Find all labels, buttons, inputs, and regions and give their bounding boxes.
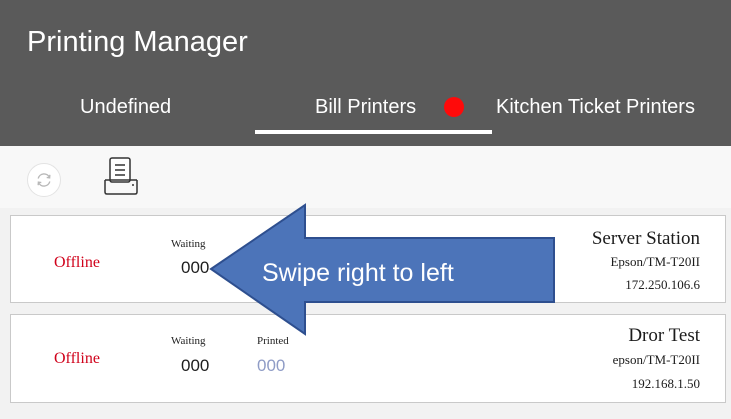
printer-name: Dror Test xyxy=(628,325,700,346)
refresh-button[interactable] xyxy=(27,163,61,197)
printer-name: Server Station xyxy=(591,228,700,249)
printed-label: Printed xyxy=(257,335,289,347)
printer-model: epson/TM-T20II xyxy=(612,352,700,367)
page-title: Printing Manager xyxy=(27,26,248,58)
app-header: Printing Manager Undefined Bill Printers… xyxy=(0,0,731,146)
printer-ip: 172.250.106.6 xyxy=(625,277,700,292)
waiting-count: 000 xyxy=(181,356,210,375)
tab-kitchen-ticket-printers[interactable]: Kitchen Ticket Printers xyxy=(496,96,695,119)
alert-dot-icon xyxy=(444,97,464,117)
swipe-hint-text: Swipe right to left xyxy=(262,259,454,287)
printer-ip: 192.168.1.50 xyxy=(631,376,700,391)
waiting-label: Waiting xyxy=(171,238,206,250)
printer-status: Offline xyxy=(54,350,100,367)
print-test-button[interactable] xyxy=(102,156,142,198)
waiting-count: 000 xyxy=(181,258,210,277)
tab-undefined[interactable]: Undefined xyxy=(80,96,171,119)
refresh-icon xyxy=(37,173,51,187)
active-tab-indicator xyxy=(255,130,492,134)
waiting-label: Waiting xyxy=(171,335,206,347)
tab-bill-printers[interactable]: Bill Printers xyxy=(315,96,416,119)
printer-status: Offline xyxy=(54,254,100,271)
printer-model: Epson/TM-T20II xyxy=(610,254,700,269)
printed-label: Printed xyxy=(258,238,290,250)
printer-card[interactable]: Offline Waiting 000 Printed 000 Dror Tes… xyxy=(10,314,726,403)
receipt-printer-icon xyxy=(104,157,138,195)
printed-count: 000 xyxy=(257,356,286,375)
